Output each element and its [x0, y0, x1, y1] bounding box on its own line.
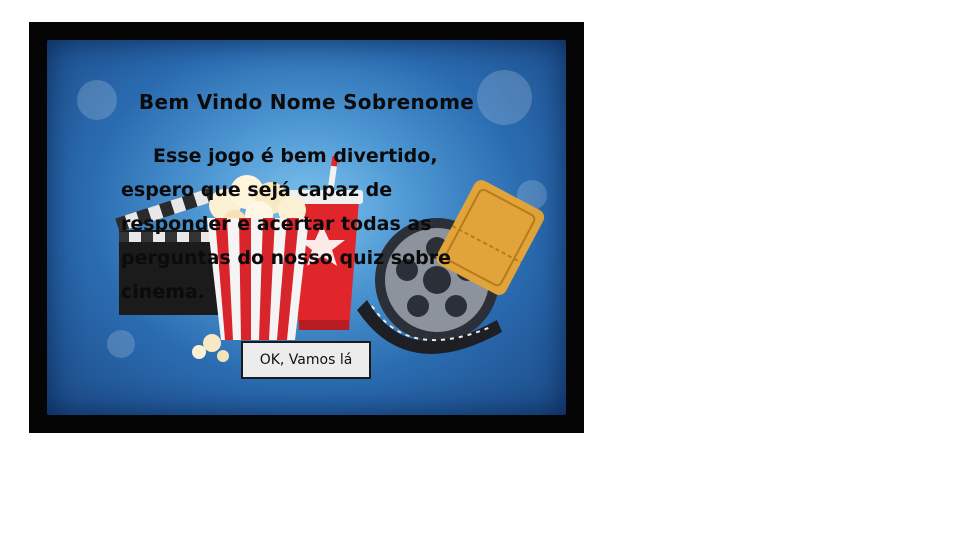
welcome-title: Bem Vindo Nome Sobrenome [138, 90, 475, 114]
welcome-panel: Bem Vindo Nome Sobrenome Esse jogo é bem… [47, 40, 566, 415]
dialog-frame: Bem Vindo Nome Sobrenome Esse jogo é bem… [29, 22, 584, 433]
welcome-message: Esse jogo é bem divertido, espero que se… [121, 145, 452, 303]
ok-button[interactable]: OK, Vamos lá [241, 341, 371, 379]
